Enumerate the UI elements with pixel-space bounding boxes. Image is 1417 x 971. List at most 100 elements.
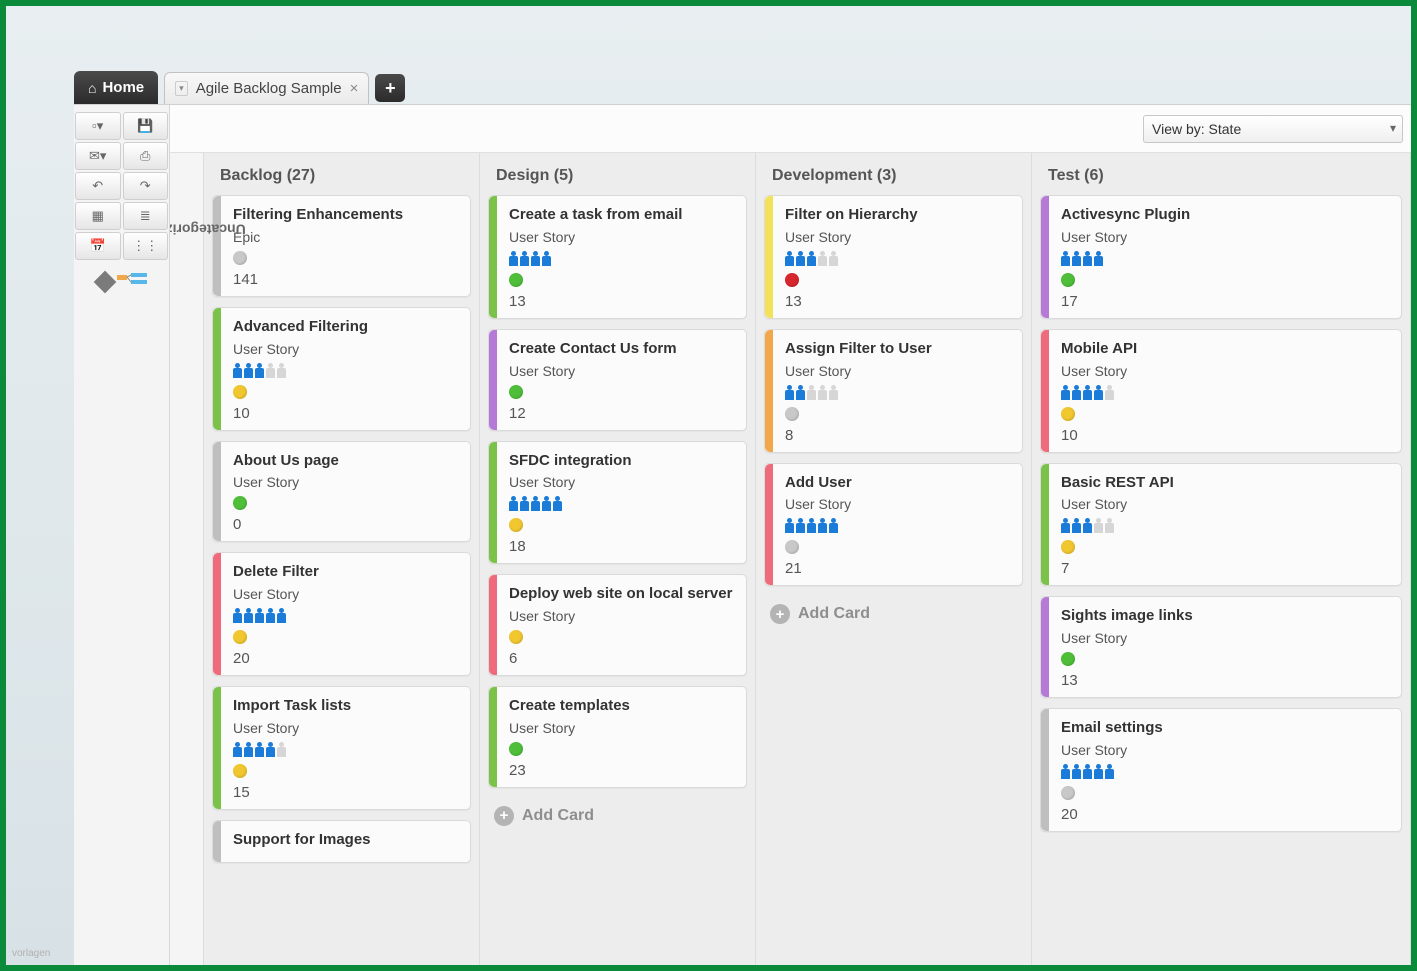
add-card-label: Add Card [522,807,594,825]
card-content: Import Task listsUser Story15 [221,687,470,809]
sidebar-toolbar: ▫▾ 💾 ✉▾ ⎙ ↶ ↷ ▦ ≣ 📅 ⋮⋮ [74,105,170,965]
card[interactable]: Basic REST APIUser Story7 [1040,463,1402,587]
card[interactable]: Activesync PluginUser Story17 [1040,195,1402,319]
tab-home[interactable]: ⌂ Home [74,71,158,104]
card[interactable]: Mobile APIUser Story10 [1040,329,1402,453]
status-dot [509,742,523,756]
status-dot [785,540,799,554]
card-stripe [1041,196,1049,318]
card-type: User Story [233,586,458,602]
card[interactable]: Filtering EnhancementsEpic141 [212,195,471,297]
gantt-button[interactable]: ⋮⋮ [123,232,169,260]
card-title: About Us page [233,452,458,471]
print-button[interactable]: ⎙ [123,142,169,170]
lane: Design (5)Create a task from emailUser S… [480,153,756,965]
person-icon [244,363,253,379]
person-icon [1094,764,1103,780]
card-points: 20 [1061,806,1389,823]
card-points: 13 [1061,672,1389,689]
person-icon [542,496,551,512]
card-type: User Story [233,720,458,736]
card-assignees [1061,251,1389,267]
lane-body: Filter on HierarchyUser Story13Assign Fi… [756,195,1031,965]
card[interactable]: Assign Filter to UserUser Story8 [764,329,1023,453]
lane-uncategorized[interactable]: Uncategorized (0) [170,153,204,965]
card-content: Mobile APIUser Story10 [1049,330,1401,452]
add-card-button[interactable]: +Add Card [764,596,1023,632]
card[interactable]: Create Contact Us formUser Story12 [488,329,747,431]
email-button[interactable]: ✉▾ [75,142,121,170]
tab-dropdown-icon[interactable]: ▾ [175,81,188,96]
card-points: 20 [233,650,458,667]
card-points: 13 [509,293,734,310]
lane-header: Design (5) [480,153,755,195]
card[interactable]: Support for Images [212,820,471,863]
card-points: 141 [233,271,458,288]
redo-button[interactable]: ↷ [123,172,169,200]
card-type: User Story [1061,742,1389,758]
card[interactable]: SFDC integrationUser Story18 [488,441,747,565]
card-type: User Story [1061,363,1389,379]
person-icon [1105,764,1114,780]
card[interactable]: Advanced FilteringUser Story10 [212,307,471,431]
card[interactable]: Deploy web site on local serverUser Stor… [488,574,747,676]
card-title: SFDC integration [509,452,734,471]
person-icon [244,742,253,758]
card-type: Epic [233,229,458,245]
person-icon [829,385,838,401]
nav-diamond-icon[interactable] [93,271,116,294]
card-title: Filter on Hierarchy [785,206,1010,225]
person-icon [807,518,816,534]
person-icon [520,496,529,512]
card-assignees [785,385,1010,401]
card[interactable]: About Us pageUser Story0 [212,441,471,543]
card-assignees [509,496,734,512]
person-icon [1061,251,1070,267]
card[interactable]: Filter on HierarchyUser Story13 [764,195,1023,319]
person-icon [1094,251,1103,267]
calendar-button[interactable]: 📅 [75,232,121,260]
card-title: Support for Images [233,831,458,850]
card[interactable]: Create templatesUser Story23 [488,686,747,788]
status-dot [1061,407,1075,421]
card[interactable]: Add UserUser Story21 [764,463,1023,587]
person-icon [1094,385,1103,401]
tab-add-button[interactable]: + [375,74,405,102]
undo-button[interactable]: ↶ [75,172,121,200]
card-view-button[interactable]: ≣ [123,202,169,230]
person-icon [509,496,518,512]
status-dot [509,273,523,287]
tab-close-icon[interactable]: × [350,80,359,97]
card-title: Email settings [1061,719,1389,738]
card[interactable]: Import Task listsUser Story15 [212,686,471,810]
card-points: 18 [509,538,734,555]
card-type: User Story [509,720,734,736]
status-dot [785,407,799,421]
card[interactable]: Email settings User Story 20 [1040,708,1402,832]
person-icon [829,251,838,267]
nav-tree-icon[interactable] [117,273,147,291]
card-type: User Story [785,229,1010,245]
card-content: Sights image linksUser Story13 [1049,597,1401,697]
card-stripe [489,575,497,675]
view-by-label: View by: State [1152,121,1241,137]
card-content: Add UserUser Story21 [773,464,1022,586]
card-title: Sights image links [1061,607,1389,626]
card[interactable]: Delete FilterUser Story20 [212,552,471,676]
new-sheet-button[interactable]: ▫▾ [75,112,121,140]
save-button[interactable]: 💾 [123,112,169,140]
lane: Development (3)Filter on HierarchyUser S… [756,153,1032,965]
lane-uncategorized-label: Uncategorized (0) [170,222,245,238]
card-content: Delete FilterUser Story20 [221,553,470,675]
card[interactable]: Create a task from emailUser Story13 [488,195,747,319]
person-icon [1061,385,1070,401]
card-points: 23 [509,762,734,779]
card-content: About Us pageUser Story0 [221,442,470,542]
card-stripe [1041,464,1049,586]
tab-sheet[interactable]: ▾ Agile Backlog Sample × [164,72,369,104]
status-dot [233,496,247,510]
view-by-dropdown[interactable]: View by: State [1143,115,1403,143]
grid-view-button[interactable]: ▦ [75,202,121,230]
card[interactable]: Sights image linksUser Story13 [1040,596,1402,698]
add-card-button[interactable]: +Add Card [488,798,747,834]
